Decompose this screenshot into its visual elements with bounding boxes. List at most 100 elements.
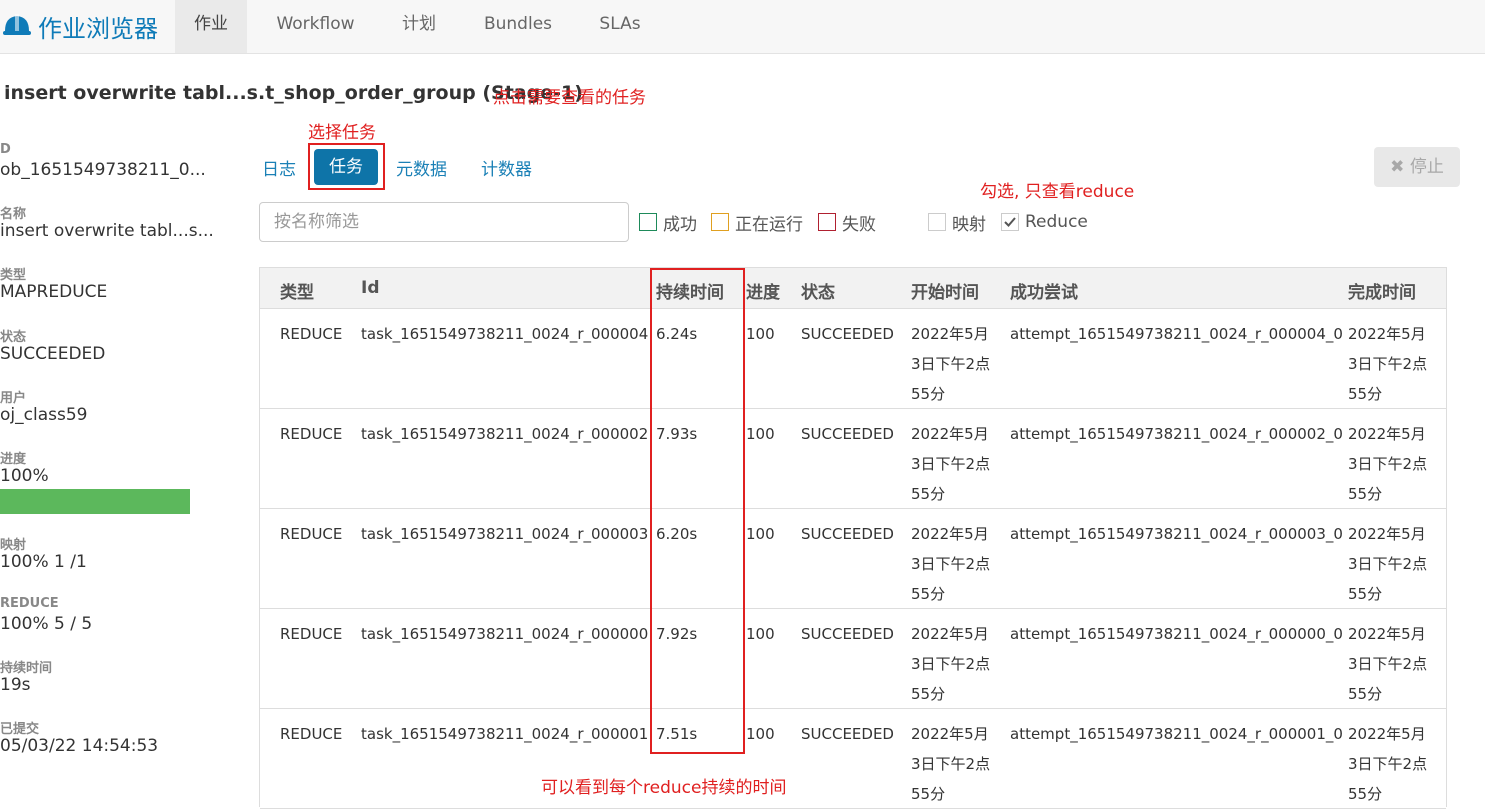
running-label: 正在运行: [735, 214, 803, 235]
tab-logs[interactable]: 日志: [262, 155, 296, 180]
filter-running[interactable]: 正在运行: [711, 212, 803, 235]
cell-task-id[interactable]: task_1651549738211_0024_r_000004: [361, 319, 648, 349]
cell-status: SUCCEEDED: [801, 325, 894, 343]
filter-annotation: 勾选, 只查看reduce: [980, 182, 1135, 202]
map-checkbox[interactable]: [928, 213, 946, 231]
filter-map[interactable]: 映射: [928, 212, 986, 235]
col-start-time[interactable]: 开始时间: [911, 278, 979, 303]
info-user-label: 用户: [0, 391, 27, 406]
nav-jobs[interactable]: 作业: [175, 0, 247, 53]
name-filter-input[interactable]: [259, 202, 629, 242]
cell-task-id[interactable]: task_1651549738211_0024_r_000000: [361, 619, 648, 649]
cell-attempt[interactable]: attempt_1651549738211_0024_r_000004_0: [1010, 319, 1343, 349]
info-status-label: 状态: [0, 330, 27, 345]
info-name-label: 名称: [0, 207, 27, 222]
cell-progress: 100: [746, 525, 775, 543]
cell-progress: 100: [746, 625, 775, 643]
tab-annotation: 选择任务: [308, 123, 376, 143]
cell-type: REDUCE: [280, 325, 343, 343]
info-map-label: 映射: [0, 538, 27, 553]
stop-button[interactable]: ✖ 停止: [1374, 147, 1460, 187]
table-row[interactable]: REDUCE task_1651549738211_0024_r_000002 …: [260, 408, 1446, 509]
table-row[interactable]: REDUCE task_1651549738211_0024_r_000004 …: [260, 308, 1446, 409]
cell-status: SUCCEEDED: [801, 725, 894, 743]
col-successful-attempt[interactable]: 成功尝试: [1010, 278, 1078, 303]
cell-finish-time: 2022年5月3日下午2点55分: [1348, 425, 1428, 503]
info-user-value: oj_class59: [0, 405, 88, 425]
info-submitted-label: 已提交: [0, 722, 40, 737]
info-progress-label: 进度: [0, 452, 27, 467]
cell-status: SUCCEEDED: [801, 625, 894, 643]
title-annotation: 点击需要查看的任务: [493, 88, 646, 108]
tasks-table: 类型 Id 持续时间 进度 状态 开始时间 成功尝试 完成时间 REDUCE t…: [259, 267, 1447, 809]
filter-succeeded[interactable]: 成功: [639, 212, 697, 235]
info-map-value: 100% 1 /1: [0, 552, 87, 572]
cell-type: REDUCE: [280, 525, 343, 543]
col-finish-time[interactable]: 完成时间: [1348, 278, 1416, 303]
cell-status: SUCCEEDED: [801, 425, 894, 443]
cell-task-id[interactable]: task_1651549738211_0024_r_000002: [361, 419, 648, 449]
info-reduce-label: REDUCE: [0, 596, 59, 611]
info-id-label: D: [0, 142, 11, 157]
progress-bar: [0, 489, 190, 514]
failed-checkbox[interactable]: [818, 213, 836, 231]
cell-start-time: 2022年5月3日下午2点55分: [911, 725, 991, 803]
nav-bundles[interactable]: Bundles: [474, 0, 562, 53]
succeeded-label: 成功: [663, 214, 697, 235]
filter-failed[interactable]: 失败: [818, 212, 876, 235]
info-name-value: insert overwrite tabl...s...: [0, 221, 214, 241]
checkmark-icon: [1004, 217, 1016, 227]
cell-finish-time: 2022年5月3日下午2点55分: [1348, 725, 1428, 803]
table-row[interactable]: REDUCE task_1651549738211_0024_r_000000 …: [260, 608, 1446, 709]
info-id-value: ob_1651549738211_0...: [0, 160, 206, 180]
info-reduce-value: 100% 5 / 5: [0, 614, 93, 634]
running-checkbox[interactable]: [711, 213, 729, 231]
tab-counters[interactable]: 计数器: [481, 155, 532, 180]
cell-attempt[interactable]: attempt_1651549738211_0024_r_000003_0: [1010, 519, 1343, 549]
info-duration-label: 持续时间: [0, 661, 53, 676]
cell-task-id[interactable]: task_1651549738211_0024_r_000003: [361, 519, 648, 549]
cell-start-time: 2022年5月3日下午2点55分: [911, 425, 991, 503]
cell-start-time: 2022年5月3日下午2点55分: [911, 525, 991, 603]
nav-schedule[interactable]: 计划: [385, 0, 453, 53]
app-title: 作业浏览器: [38, 14, 158, 43]
table-row[interactable]: REDUCE task_1651549738211_0024_r_000003 …: [260, 508, 1446, 609]
cell-finish-time: 2022年5月3日下午2点55分: [1348, 525, 1428, 603]
tab-metadata[interactable]: 元数据: [396, 155, 447, 180]
info-type-value: MAPREDUCE: [0, 282, 108, 302]
info-type-label: 类型: [0, 268, 27, 283]
close-icon: ✖: [1390, 157, 1405, 177]
cell-attempt[interactable]: attempt_1651549738211_0024_r_000002_0: [1010, 419, 1343, 449]
col-progress[interactable]: 进度: [746, 278, 780, 303]
cell-progress: 100: [746, 425, 775, 443]
cell-attempt[interactable]: attempt_1651549738211_0024_r_000000_0: [1010, 619, 1343, 649]
nav-slas[interactable]: SLAs: [585, 0, 655, 53]
nav-workflow[interactable]: Workflow: [268, 0, 363, 53]
cell-type: REDUCE: [280, 625, 343, 643]
brand[interactable]: 作业浏览器: [2, 6, 158, 46]
col-status[interactable]: 状态: [801, 278, 835, 303]
cell-progress: 100: [746, 725, 775, 743]
cell-attempt[interactable]: attempt_1651549738211_0024_r_000001_0: [1010, 719, 1343, 749]
cell-status: SUCCEEDED: [801, 525, 894, 543]
map-label: 映射: [952, 214, 986, 235]
tab-tasks[interactable]: 任务: [314, 149, 378, 185]
filter-reduce[interactable]: Reduce: [1001, 212, 1088, 232]
col-type[interactable]: 类型: [280, 278, 314, 303]
table-row[interactable]: REDUCE task_1651549738211_0024_r_000001 …: [260, 708, 1446, 809]
reduce-checkbox[interactable]: [1001, 213, 1019, 231]
hard-hat-icon: [2, 9, 32, 43]
info-progress-value: 100%: [0, 466, 49, 486]
cell-finish-time: 2022年5月3日下午2点55分: [1348, 625, 1428, 703]
cell-type: REDUCE: [280, 425, 343, 443]
duration-highlight-box: [650, 268, 745, 754]
info-status-value: SUCCEEDED: [0, 344, 106, 364]
cell-progress: 100: [746, 325, 775, 343]
cell-finish-time: 2022年5月3日下午2点55分: [1348, 325, 1428, 403]
cell-start-time: 2022年5月3日下午2点55分: [911, 625, 991, 703]
succeeded-checkbox[interactable]: [639, 213, 657, 231]
cell-task-id[interactable]: task_1651549738211_0024_r_000001: [361, 719, 648, 749]
info-duration-value: 19s: [0, 675, 31, 695]
failed-label: 失败: [842, 214, 876, 235]
col-id[interactable]: Id: [361, 278, 380, 298]
